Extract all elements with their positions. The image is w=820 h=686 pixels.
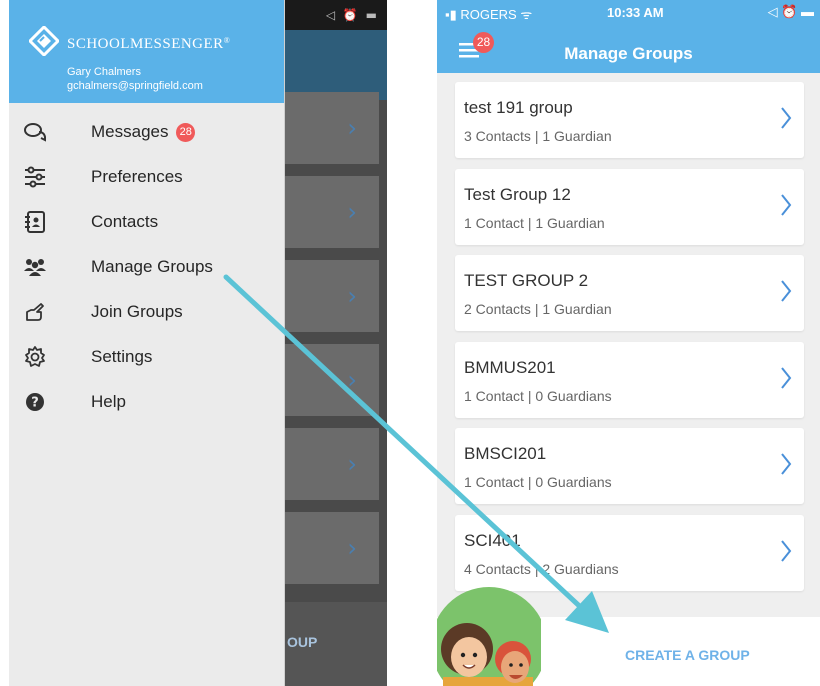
- callout-arrow: [223, 274, 609, 633]
